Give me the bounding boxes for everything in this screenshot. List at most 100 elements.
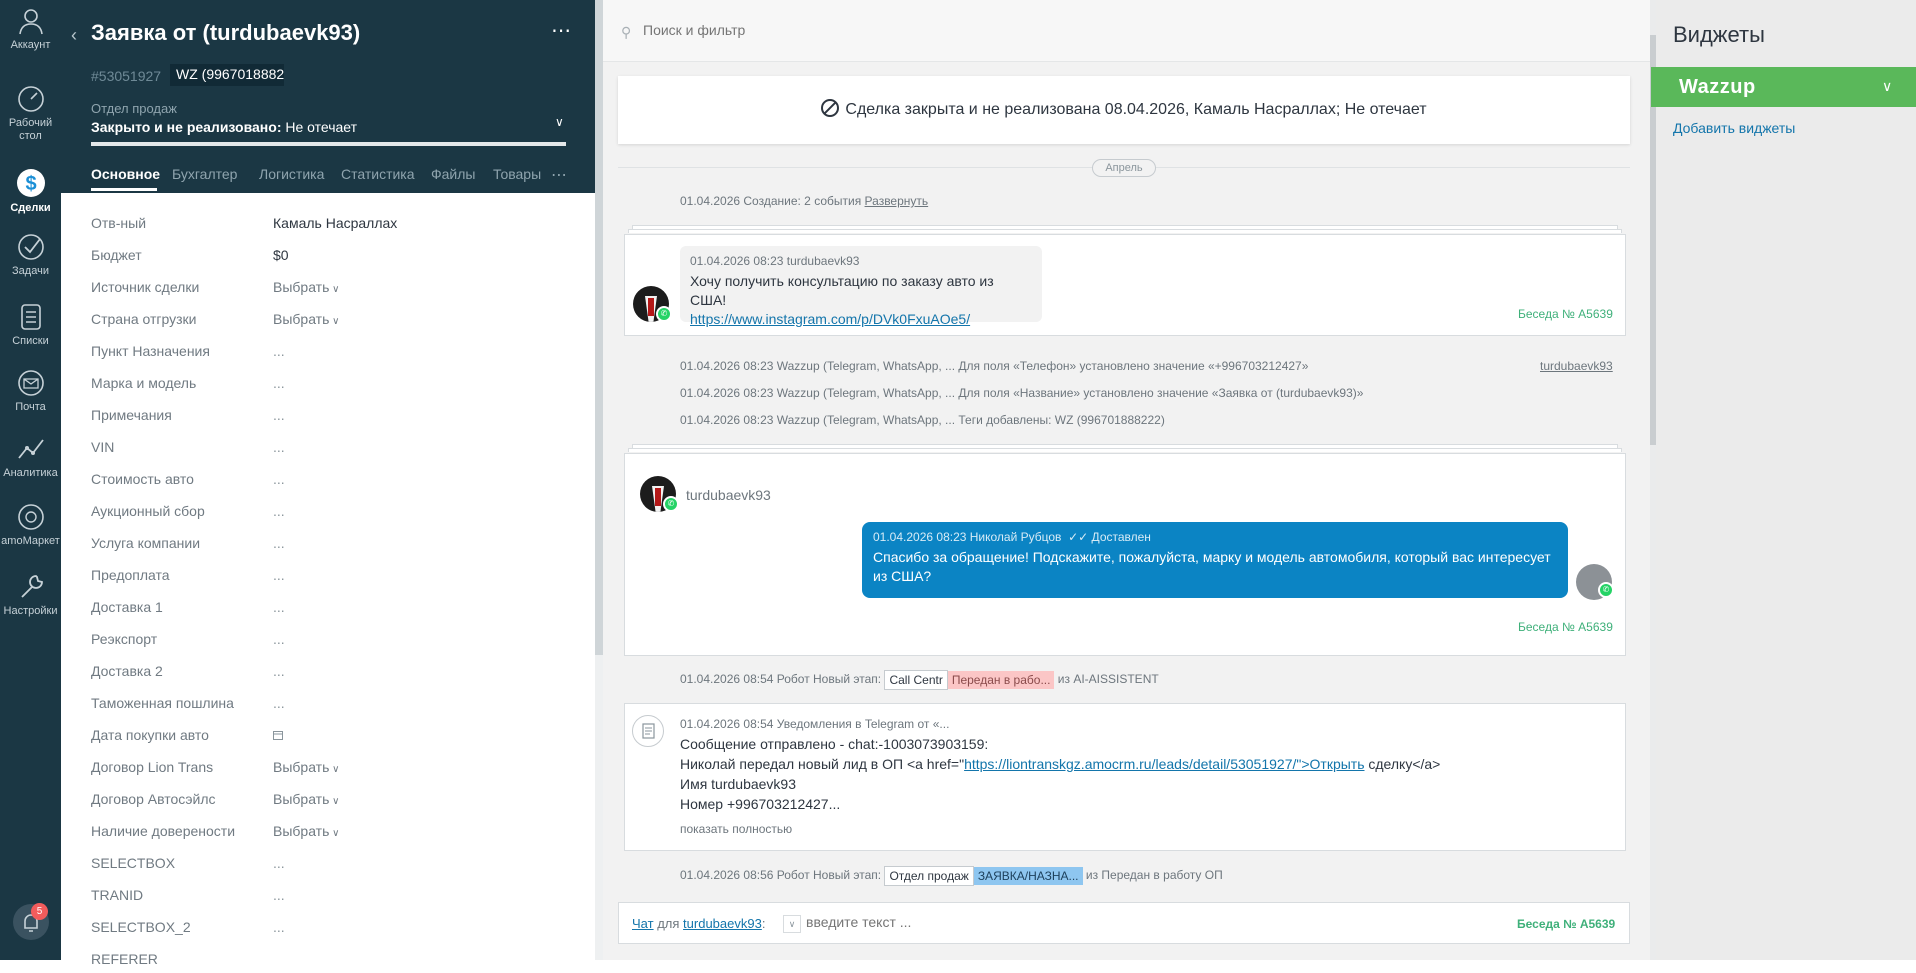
chat-for-word: для	[657, 916, 680, 931]
month-label: Апрель	[1092, 159, 1156, 177]
field-value[interactable]: ...	[273, 855, 285, 871]
field-label: Наличие доверености	[91, 823, 236, 839]
field-label: Стоимость авто	[91, 471, 194, 487]
nav-tasks[interactable]: Задачи	[0, 232, 61, 278]
pipeline-chip: Call Centr	[884, 670, 948, 690]
stacked-card-edge	[628, 448, 1622, 452]
system-event: 01.04.2026 08:23 Wazzup (Telegram, Whats…	[680, 413, 1165, 427]
nav-dashboard[interactable]: Рабочий стол	[0, 84, 61, 143]
conversation-tag[interactable]: Беседа № A5639	[1517, 917, 1615, 931]
nav-deals[interactable]: $ Сделки	[0, 165, 61, 215]
card-scrollbar-thumb[interactable]	[595, 0, 603, 655]
robot-event-suffix: из AI-AISSISTENT	[1057, 672, 1159, 687]
field-row: Наличие доверености Выбрать	[91, 813, 571, 845]
chevron-down-icon[interactable]: ∨	[555, 115, 564, 129]
market-icon	[17, 504, 44, 530]
chevron-down-icon[interactable]: ∨	[783, 915, 801, 933]
nav-market[interactable]: amoМаркет	[0, 502, 61, 548]
tab-logistics[interactable]: Логистика	[259, 166, 324, 182]
widgets-panel	[1656, 0, 1916, 960]
field-value[interactable]: ...	[273, 503, 285, 519]
outgoing-message: 01.04.2026 08:23 Николай Рубцов ✓✓ Доста…	[862, 522, 1568, 598]
chat-message-input[interactable]	[806, 914, 1206, 930]
chat-target: Чат для turdubaevk93:	[632, 916, 766, 931]
conversation-tag[interactable]: Беседа № A5639	[1518, 307, 1613, 321]
field-value[interactable]: ...	[273, 375, 285, 391]
system-event: 01.04.2026 08:23 Wazzup (Telegram, Whats…	[680, 359, 1309, 373]
message-sender: 01.04.2026 08:23 Николай Рубцов	[873, 530, 1062, 544]
creation-event-text: 01.04.2026 Создание: 2 события	[680, 194, 862, 208]
field-label: SELECTBOX_2	[91, 919, 191, 935]
message-text: Спасибо за обращение! Подскажите, пожалу…	[873, 549, 1551, 584]
field-label: Доставка 1	[91, 599, 163, 615]
field-value[interactable]: ...	[273, 695, 285, 711]
field-label: Предоплата	[91, 567, 170, 583]
document-icon	[632, 715, 664, 747]
field-value[interactable]: ...	[273, 471, 285, 487]
field-row: Стоимость авто...	[91, 461, 571, 493]
field-row: Доставка 2...	[91, 653, 571, 685]
field-value[interactable]: ...	[273, 535, 285, 551]
field-value[interactable]: ...	[273, 439, 285, 455]
add-widgets-link[interactable]: Добавить виджеты	[1673, 120, 1795, 136]
calendar-icon[interactable]	[273, 727, 283, 743]
chat-recipient-link[interactable]: turdubaevk93	[683, 916, 762, 931]
field-value[interactable]: ...	[273, 663, 285, 679]
message-link[interactable]: https://www.instagram.com/p/DVk0FxuAOe5/	[690, 311, 970, 327]
field-select[interactable]: Выбрать	[273, 279, 340, 295]
field-select[interactable]: Выбрать	[273, 311, 340, 327]
tab-main[interactable]: Основное	[91, 166, 160, 182]
lead-title[interactable]: Заявка от (turdubaevk93)	[91, 20, 360, 46]
expand-link[interactable]: Развернуть	[865, 194, 929, 208]
deals-icon: $	[16, 169, 45, 197]
pipeline-status[interactable]: Закрыто и не реализовано: Не отечает	[91, 119, 357, 135]
field-select[interactable]: Выбрать	[273, 791, 340, 807]
field-label: Отв-ный	[91, 215, 147, 231]
field-value[interactable]: Камаль Насраллах	[273, 215, 397, 231]
chevron-down-icon[interactable]: ∨	[1882, 78, 1892, 95]
conversation-tag[interactable]: Беседа № A5639	[1518, 620, 1613, 634]
field-value[interactable]: ...	[273, 599, 285, 615]
field-value[interactable]: ...	[273, 407, 285, 423]
nav-lists[interactable]: Списки	[0, 302, 61, 348]
field-row: SELECTBOX...	[91, 845, 571, 877]
creation-event: 01.04.2026 Создание: 2 события Развернут…	[680, 194, 928, 208]
field-value[interactable]: ...	[273, 887, 285, 903]
lead-card-header: ‹ Заявка от (turdubaevk93) ⋯ #53051927 W…	[61, 0, 595, 193]
field-row: Марка и модель...	[91, 365, 571, 397]
field-value[interactable]: ...	[273, 919, 285, 935]
field-select[interactable]: Выбрать	[273, 823, 340, 839]
search-input[interactable]	[643, 22, 1143, 38]
chat-type-link[interactable]: Чат	[632, 916, 654, 931]
nav-analytics[interactable]: Аналитика	[0, 434, 61, 480]
field-value[interactable]: ...	[273, 567, 285, 583]
field-label: Таможенная пошлина	[91, 695, 234, 711]
field-select[interactable]: Выбрать	[273, 759, 340, 775]
notification-link[interactable]: https://liontranskgz.amocrm.ru/leads/det…	[964, 756, 1364, 772]
field-row: TRANID...	[91, 877, 571, 909]
field-label: Договор Автосэйлс	[91, 791, 216, 807]
nav-mail[interactable]: Почта	[0, 368, 61, 414]
deal-closed-text: Сделка закрыта и не реализована 08.04.20…	[845, 101, 1427, 118]
field-row: Пункт Назначения...	[91, 333, 571, 365]
user-icon	[18, 9, 43, 35]
tab-products[interactable]: Товары	[493, 166, 541, 182]
field-row: SELECTBOX_2...	[91, 909, 571, 941]
system-event-author[interactable]: turdubaevk93	[1540, 359, 1613, 373]
tab-accounting[interactable]: Бухгалтерия	[172, 166, 238, 182]
show-more-link[interactable]: показать полностью	[680, 822, 792, 836]
tabs-more-icon[interactable]: ⋯	[551, 165, 567, 185]
widgets-title: Виджеты	[1673, 22, 1765, 47]
nav-settings[interactable]: Настройки	[0, 572, 61, 618]
chat-contact-name[interactable]: turdubaevk93	[686, 487, 771, 503]
nav-account[interactable]: Аккаунт	[0, 6, 61, 52]
more-menu-icon[interactable]: ⋯	[551, 18, 572, 43]
field-value[interactable]: $0	[273, 247, 289, 263]
message-text: Хочу получить консультацию по заказу авт…	[690, 273, 994, 308]
lead-tag[interactable]: WZ (996701888222)	[170, 64, 284, 86]
tab-statistics[interactable]: Статистика	[341, 166, 415, 182]
field-value[interactable]: ...	[273, 343, 285, 359]
field-value[interactable]: ...	[273, 631, 285, 647]
tab-files[interactable]: Файлы	[431, 166, 475, 182]
back-arrow-icon[interactable]: ‹	[71, 25, 77, 46]
